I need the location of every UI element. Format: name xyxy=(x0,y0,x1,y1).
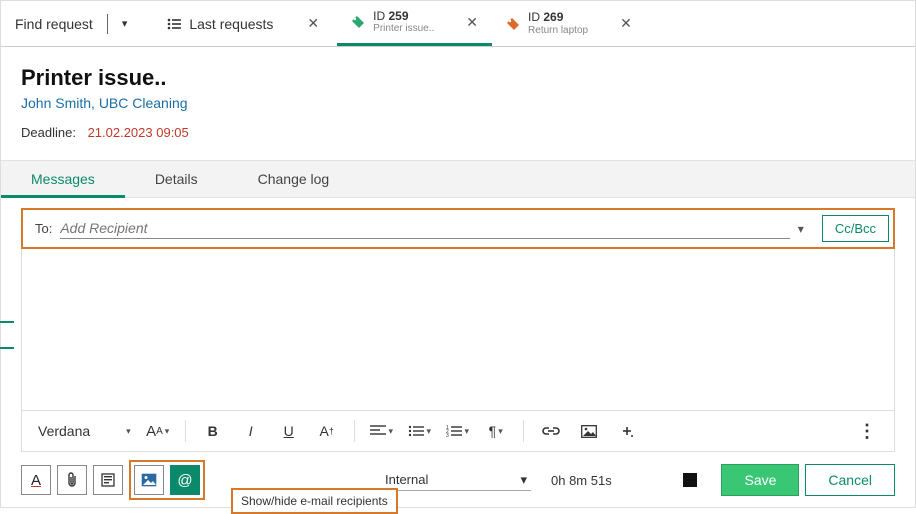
bullet-list-dropdown[interactable]: ▾ xyxy=(403,417,437,445)
request-sub-tabs: Messages Details Change log xyxy=(1,160,915,198)
email-toggle-highlight-box: @ xyxy=(129,460,205,500)
list-icon xyxy=(167,18,181,30)
deadline-label: Deadline: xyxy=(21,125,76,140)
svg-text:3: 3 xyxy=(446,433,449,437)
font-size-dropdown[interactable]: AA▾ xyxy=(141,417,175,445)
more-options-button[interactable]: ⋮ xyxy=(850,417,884,445)
visibility-dropdown[interactable]: Internal ▾ xyxy=(381,470,531,491)
to-row: To: ▾ xyxy=(27,214,816,243)
request-title: Printer issue.. xyxy=(21,65,895,91)
cc-bcc-button[interactable]: Cc/Bcc xyxy=(822,215,889,242)
numbered-list-dropdown[interactable]: 123▾ xyxy=(441,417,475,445)
tab-messages[interactable]: Messages xyxy=(1,161,125,197)
chevron-down-icon[interactable]: ▾ xyxy=(122,17,128,30)
paragraph-dropdown[interactable]: ¶▾ xyxy=(479,417,513,445)
chevron-down-icon: ▾ xyxy=(520,472,527,488)
recipients-highlight-box: To: ▾ Cc/Bcc xyxy=(21,208,895,249)
deadline-value: 21.02.2023 09:05 xyxy=(88,125,189,140)
save-button[interactable]: Save xyxy=(721,464,799,496)
tag-icon xyxy=(506,17,520,31)
close-icon[interactable]: ✕ xyxy=(307,15,319,32)
insert-template-button[interactable] xyxy=(93,465,123,495)
close-icon[interactable]: ✕ xyxy=(620,15,632,32)
cancel-button[interactable]: Cancel xyxy=(805,464,895,496)
divider xyxy=(107,14,108,34)
image-button[interactable] xyxy=(572,417,606,445)
tab-change-log[interactable]: Change log xyxy=(228,161,360,197)
insert-more-button[interactable] xyxy=(610,417,644,445)
deadline-row: Deadline: 21.02.2023 09:05 xyxy=(21,125,895,140)
visibility-value: Internal xyxy=(385,472,428,487)
align-dropdown[interactable]: ▾ xyxy=(365,417,399,445)
sidebar-collapse-edge[interactable] xyxy=(0,321,14,349)
request-tab-259[interactable]: ID 259 Printer issue.. ✕ xyxy=(337,1,492,46)
last-requests-tab[interactable]: Last requests ✕ xyxy=(141,1,337,46)
tab-id-block: ID 269 Return laptop xyxy=(528,11,588,35)
request-tab-269[interactable]: ID 269 Return laptop ✕ xyxy=(492,1,646,46)
format-toolbar: Verdana ▾ AA▾ B I U A† ▾ ▾ 123▾ ¶▾ ⋮ xyxy=(21,411,895,452)
bold-button[interactable]: B xyxy=(196,417,230,445)
text-color-button[interactable]: A xyxy=(21,465,51,495)
customer-link[interactable]: John Smith, UBC Cleaning xyxy=(21,95,895,111)
action-bar: A @ Show/hide e-mail recipients Internal… xyxy=(21,460,895,500)
tab-details[interactable]: Details xyxy=(125,161,228,197)
to-label: To: xyxy=(35,221,52,236)
last-requests-label: Last requests xyxy=(189,16,273,32)
insert-image-button[interactable] xyxy=(134,465,164,495)
top-tab-bar: Find request ▾ Last requests ✕ ID 259 Pr… xyxy=(1,1,915,47)
font-family-value: Verdana xyxy=(38,423,90,439)
request-header: Printer issue.. John Smith, UBC Cleaning… xyxy=(1,47,915,150)
caret-down-icon: ▾ xyxy=(126,426,131,437)
link-button[interactable] xyxy=(534,417,568,445)
italic-button[interactable]: I xyxy=(234,417,268,445)
toggle-email-recipients-button[interactable]: @ xyxy=(170,465,200,495)
chevron-down-icon[interactable]: ▾ xyxy=(798,222,804,236)
recipient-input[interactable] xyxy=(60,218,789,239)
font-family-dropdown[interactable]: Verdana ▾ xyxy=(32,423,137,439)
clear-format-button[interactable]: A† xyxy=(310,417,344,445)
attachment-button[interactable] xyxy=(57,465,87,495)
tag-icon xyxy=(351,15,365,29)
stop-timer-button[interactable] xyxy=(683,473,697,487)
underline-button[interactable]: U xyxy=(272,417,306,445)
find-request-label: Find request xyxy=(15,16,93,32)
tooltip: Show/hide e-mail recipients xyxy=(231,488,398,514)
time-spent-value: 0h 8m 51s xyxy=(551,473,671,488)
tab-id-block: ID 259 Printer issue.. xyxy=(373,10,434,34)
close-icon[interactable]: ✕ xyxy=(466,14,478,31)
message-body-editor[interactable] xyxy=(21,249,895,411)
find-request-button[interactable]: Find request ▾ xyxy=(1,1,141,46)
